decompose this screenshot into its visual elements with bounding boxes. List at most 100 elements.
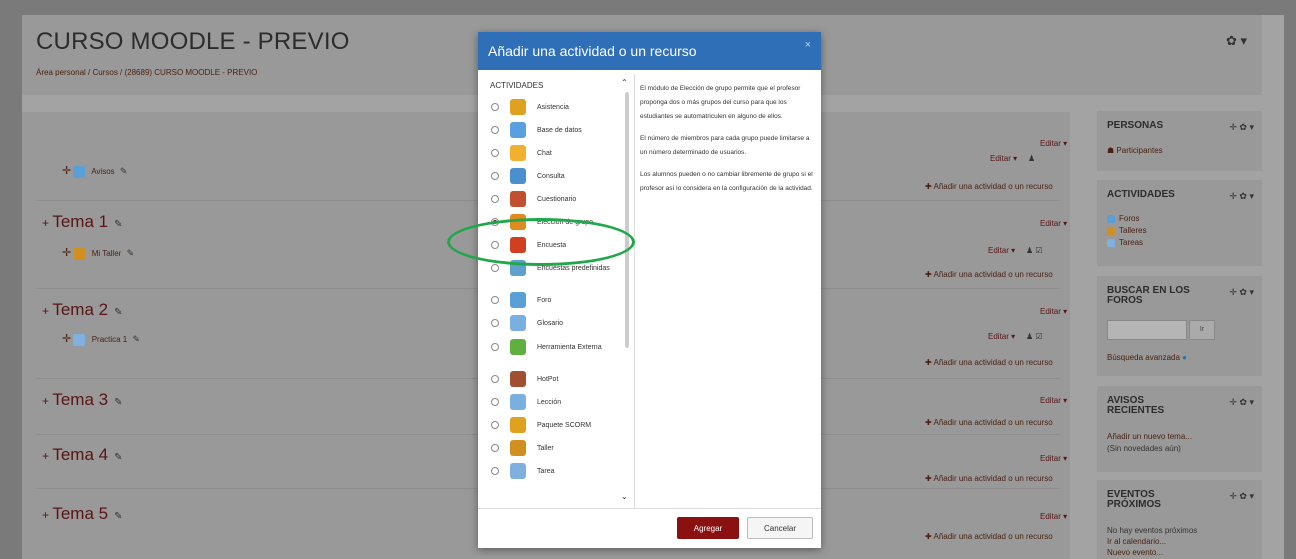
activity-icon [510, 122, 526, 138]
item-label[interactable]: Practica 1 [92, 335, 128, 344]
activity-option[interactable]: Paquete SCORM [484, 414, 622, 438]
activity-list[interactable]: ACTIVIDADES Asistencia Base de datos Chat C… [484, 74, 631, 506]
activity-radio[interactable] [491, 264, 499, 272]
edit-menu[interactable]: Editar ▾ [1040, 307, 1067, 316]
item-label[interactable]: Avisos [91, 167, 114, 176]
participants-link[interactable]: ☗ Participantes [1107, 146, 1163, 155]
activity-radio[interactable] [491, 195, 499, 203]
activity-option[interactable]: Foro [484, 289, 622, 313]
activity-option[interactable]: Consulta [484, 165, 622, 189]
gear-icon[interactable]: ✛ ✿ ▾ [1229, 122, 1254, 133]
user-icon[interactable]: ♟ ☑ [1026, 332, 1043, 341]
cancel-button[interactable]: Cancelar [747, 517, 813, 539]
activity-option[interactable]: Chat [484, 142, 622, 166]
activity-option[interactable]: Base de datos [484, 119, 622, 143]
activity-radio[interactable] [491, 126, 499, 134]
section-title[interactable]: + Tema 2 ✎ [42, 300, 122, 320]
edit-pencil-icon[interactable]: ✎ [114, 511, 122, 522]
add-activity-link[interactable]: ✚ Añadir una actividad o un recurso [925, 532, 1053, 541]
edit-pencil-icon[interactable]: ✎ [114, 397, 122, 408]
edit-menu[interactable]: Editar ▾ [1040, 512, 1067, 521]
close-icon[interactable]: × [805, 39, 811, 51]
activity-option[interactable]: Herramienta Externa [484, 336, 622, 360]
section-title[interactable]: + Tema 4 ✎ [42, 445, 122, 465]
section-title[interactable]: + Tema 5 ✎ [42, 504, 122, 524]
add-topic-link[interactable]: Añadir un nuevo tema... [1107, 432, 1192, 441]
activity-radio[interactable] [491, 149, 499, 157]
link-tareas[interactable]: Tareas [1107, 238, 1143, 247]
add-activity-link[interactable]: ✚ Añadir una actividad o un recurso [925, 474, 1053, 483]
edit-pencil-icon[interactable]: ✎ [127, 248, 135, 258]
move-icon[interactable]: + [42, 216, 52, 230]
user-icon[interactable]: ♟ ☑ [1026, 246, 1043, 255]
move-icon[interactable]: ✛ [62, 247, 71, 259]
new-event-link[interactable]: Nuevo evento... [1107, 548, 1163, 557]
activity-radio[interactable] [491, 467, 499, 475]
activity-radio[interactable] [491, 444, 499, 452]
gear-icon[interactable]: ✿ ▾ [1226, 33, 1296, 49]
activity-radio[interactable] [491, 319, 499, 327]
section-title[interactable]: + Tema 3 ✎ [42, 390, 122, 410]
calendar-link[interactable]: Ir al calendario... [1107, 537, 1166, 546]
move-icon[interactable]: + [42, 394, 52, 408]
move-icon[interactable]: ✛ [62, 165, 71, 177]
scroll-up-icon[interactable]: ⌃ [621, 78, 628, 87]
item-label[interactable]: Mi Taller [92, 249, 122, 258]
gear-icon[interactable]: ✛ ✿ ▾ [1229, 287, 1254, 298]
add-activity-link[interactable]: ✚ Añadir una actividad o un recurso [925, 270, 1053, 279]
link-foros[interactable]: Foros [1107, 214, 1139, 223]
activity-option[interactable]: HotPot [484, 368, 622, 392]
edit-menu[interactable]: Editar ▾ [988, 246, 1015, 255]
add-activity-link[interactable]: ✚ Añadir una actividad o un recurso [925, 418, 1053, 427]
activity-option[interactable]: Lección [484, 391, 622, 415]
edit-pencil-icon[interactable]: ✎ [114, 452, 122, 463]
move-icon[interactable]: + [42, 449, 52, 463]
activity-radio[interactable] [491, 375, 499, 383]
activity-radio[interactable] [491, 398, 499, 406]
edit-pencil-icon[interactable]: ✎ [114, 307, 122, 318]
edit-menu[interactable]: Editar ▾ [1040, 454, 1067, 463]
move-icon[interactable]: + [42, 508, 52, 522]
assignment-item-practica[interactable]: ✛ Practica 1 ✎ [62, 332, 140, 346]
search-input[interactable] [1107, 320, 1187, 340]
workshop-item-mi-taller[interactable]: ✛ Mi Taller ✎ [62, 246, 134, 260]
move-icon[interactable]: + [42, 304, 52, 318]
scrollbar-thumb[interactable] [625, 92, 629, 348]
edit-menu[interactable]: Editar ▾ [1040, 219, 1067, 228]
activity-radio[interactable] [491, 421, 499, 429]
user-icon[interactable]: ♟ [1028, 154, 1035, 163]
activity-option[interactable]: Tarea [484, 460, 622, 484]
highlight-ellipse [447, 218, 635, 266]
activity-label: Paquete SCORM [537, 422, 592, 429]
search-go-button[interactable]: Ir [1189, 320, 1215, 340]
edit-pencil-icon[interactable]: ✎ [114, 219, 122, 230]
breadcrumb[interactable]: Área personal / Cursos / (28689) CURSO M… [36, 68, 257, 77]
help-icon[interactable]: ● [1180, 353, 1187, 362]
activity-option[interactable]: Taller [484, 437, 622, 461]
gear-icon[interactable]: ✛ ✿ ▾ [1229, 397, 1254, 408]
activity-radio[interactable] [491, 172, 499, 180]
add-button[interactable]: Agregar [677, 517, 739, 539]
edit-menu[interactable]: Editar ▾ [988, 332, 1015, 341]
edit-pencil-icon[interactable]: ✎ [120, 166, 128, 176]
edit-menu[interactable]: Editar ▾ [1040, 139, 1067, 148]
edit-pencil-icon[interactable]: ✎ [133, 334, 141, 344]
forum-item-avisos[interactable]: ✛ Avisos ✎ [62, 164, 127, 178]
gear-icon[interactable]: ✛ ✿ ▾ [1229, 191, 1254, 202]
advanced-search-link[interactable]: Búsqueda avanzada ● [1107, 353, 1187, 362]
activity-radio[interactable] [491, 343, 499, 351]
activity-radio[interactable] [491, 103, 499, 111]
activity-radio[interactable] [491, 296, 499, 304]
edit-menu[interactable]: Editar ▾ [990, 154, 1017, 163]
activity-option[interactable]: Glosario [484, 312, 622, 336]
link-talleres[interactable]: Talleres [1107, 226, 1147, 235]
add-activity-link[interactable]: ✚ Añadir una actividad o un recurso [925, 358, 1053, 367]
gear-icon[interactable]: ✛ ✿ ▾ [1229, 491, 1254, 502]
scroll-down-icon[interactable]: ⌄ [621, 492, 628, 501]
move-icon[interactable]: ✛ [62, 333, 71, 345]
activity-option[interactable]: Cuestionario [484, 188, 622, 212]
section-title[interactable]: + Tema 1 ✎ [42, 212, 122, 232]
activity-option[interactable]: Asistencia [484, 96, 622, 120]
edit-menu[interactable]: Editar ▾ [1040, 396, 1067, 405]
add-activity-link[interactable]: ✚ Añadir una actividad o un recurso [925, 182, 1053, 191]
